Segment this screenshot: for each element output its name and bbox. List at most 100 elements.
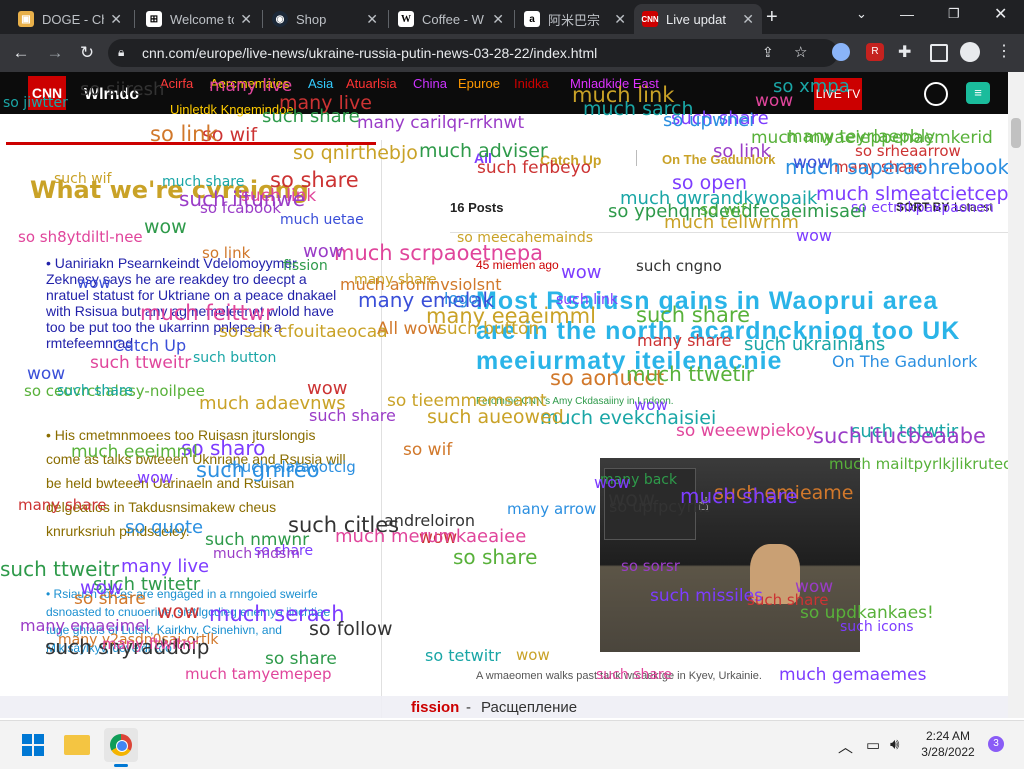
close-icon[interactable]: ✕: [240, 11, 252, 28]
grid-icon: ⊞: [146, 11, 162, 27]
doge-word: andreloiron: [384, 511, 476, 530]
doge-word: such icons: [840, 619, 914, 635]
extension-r-icon[interactable]: R: [866, 43, 884, 61]
doge-word: wow: [594, 473, 630, 492]
account-icon[interactable]: [924, 82, 948, 106]
close-icon[interactable]: ✕: [366, 11, 378, 28]
close-icon[interactable]: ✕: [492, 11, 504, 28]
doge-word: wow: [27, 364, 66, 384]
doge-word: such wif: [54, 171, 112, 187]
nav-india[interactable]: Inidka: [514, 76, 549, 91]
doge-word: much adaevnws: [199, 393, 346, 414]
nav-asia[interactable]: Asia: [308, 76, 333, 91]
doge-word: fission: [283, 258, 328, 274]
doge-word: so xmpa: [773, 76, 850, 97]
doge-word: such ttweitr: [90, 353, 192, 373]
doge-word: so wif: [403, 440, 453, 460]
doge-word: so share: [453, 545, 538, 569]
back-arrow-icon[interactable]: ←: [10, 42, 32, 64]
clock-time: 2:24 AM: [925, 729, 971, 743]
nav-australia[interactable]: Atuarlsia: [346, 76, 397, 91]
doge-word: many share: [637, 331, 732, 350]
reload-icon[interactable]: ↻: [76, 42, 98, 64]
close-icon[interactable]: ✕: [110, 11, 122, 28]
file-explorer-icon[interactable]: [64, 735, 90, 755]
tab-welcome[interactable]: ⊞ Welcome to ✕: [138, 4, 260, 34]
tab-divider: [388, 10, 389, 28]
tab-amazon[interactable]: a 阿米巴宗 ✕: [516, 4, 634, 34]
notification-badge[interactable]: 3: [988, 736, 1004, 752]
minimize-icon[interactable]: —: [900, 6, 914, 22]
doge-word: wow: [157, 601, 200, 623]
chrome-taskbar-button[interactable]: [104, 728, 138, 762]
web-page: CNN Wlrndo Acirfa Aercmemaies Asia Atuar…: [0, 72, 1008, 718]
steam-icon: ◉: [272, 11, 288, 27]
profile-avatar-icon[interactable]: [960, 42, 980, 62]
doge-word: much link: [572, 83, 675, 107]
windows-logo-icon[interactable]: [22, 734, 44, 756]
new-tab-button[interactable]: +: [766, 6, 778, 29]
nav-china[interactable]: China: [413, 76, 447, 91]
doge-word: wow: [793, 153, 832, 173]
doge-word: wow: [77, 274, 111, 292]
doge-word: so qnirthebjo: [293, 142, 418, 164]
tab-divider: [514, 10, 515, 28]
doge-word: wow: [144, 216, 187, 238]
close-icon[interactable]: ✕: [742, 11, 754, 28]
tab-doge[interactable]: ▣ DOGE - Chr ✕: [10, 4, 130, 34]
nav-africa[interactable]: Acirfa: [160, 76, 193, 91]
doge-word: so link: [150, 122, 218, 146]
doge-word: many carilqr-rrknwt: [357, 113, 525, 133]
lock-icon[interactable]: 🔒︎: [118, 45, 124, 60]
puzzle-extensions-icon[interactable]: ✚: [898, 42, 911, 62]
doge-word: many share: [354, 272, 437, 288]
tab-live-updates[interactable]: CNN Live updat ✕: [634, 4, 762, 34]
share-icon[interactable]: ⇪: [762, 44, 774, 61]
doge-word: many live: [279, 92, 372, 114]
doge-word: so siiresh: [80, 79, 165, 100]
doge-word: such share: [596, 667, 672, 683]
clock[interactable]: 2:24 AM 3/28/2022: [914, 728, 982, 760]
doge-word: On The Gadunlork: [832, 352, 978, 371]
side-panel-icon[interactable]: [930, 44, 948, 62]
url-text[interactable]: cnn.com/europe/live-news/ukraine-russia-…: [142, 45, 597, 61]
doge-word: such share: [57, 383, 133, 399]
doge-word: logo: [444, 289, 479, 308]
network-icon[interactable]: ▭: [866, 736, 880, 754]
doge-word: so weeewpiekoy: [676, 421, 816, 441]
doge-word: such aueowed: [427, 406, 564, 428]
wikipedia-icon: W: [398, 11, 414, 27]
tab-shop[interactable]: ◉ Shop ✕: [264, 4, 386, 34]
chevron-up-icon[interactable]: ︿: [838, 736, 853, 757]
scrollbar-thumb[interactable]: [1011, 118, 1021, 148]
close-icon[interactable]: ✕: [614, 11, 626, 28]
posts-count: 16 Posts: [450, 200, 504, 215]
doge-word: so sorsr: [621, 557, 680, 575]
volume-icon[interactable]: 🔊︎: [890, 736, 899, 753]
tab-search-chevron-icon[interactable]: ⌄: [856, 6, 867, 22]
forward-arrow-icon[interactable]: →: [44, 42, 66, 64]
doge-word: such itucbeaabe: [813, 424, 986, 448]
doge-word: much scrpaoetnepa: [334, 241, 544, 265]
scrollbar[interactable]: [1008, 72, 1024, 718]
doge-word: so meecahemainds: [457, 230, 594, 246]
doge-word: wow: [80, 577, 123, 599]
tab-divider: [134, 10, 135, 28]
nav-europe[interactable]: Epuroe: [458, 76, 500, 91]
restore-icon[interactable]: ❐: [948, 6, 960, 22]
menu-icon[interactable]: ≡: [966, 82, 990, 104]
caption-separator: -: [466, 699, 471, 716]
dictionary-caption-bar: fission - Расщепление: [0, 696, 1008, 718]
tab-coffee[interactable]: W Coffee - W ✕: [390, 4, 512, 34]
doge-word: such ukrainians: [744, 334, 886, 355]
window-close-icon[interactable]: ✕: [994, 4, 1007, 24]
doge-word: much serach: [209, 602, 345, 626]
extension-icon[interactable]: [832, 43, 850, 61]
doge-word: many emaeimel: [20, 616, 150, 635]
tab-divider: [262, 10, 263, 28]
bookmark-star-icon[interactable]: ☆: [794, 43, 807, 61]
doge-word: wow: [137, 468, 173, 487]
menu-kebab-icon[interactable]: ⋮: [996, 41, 1012, 61]
doge-word: so jiwtter: [3, 95, 68, 111]
doge-word: much share: [680, 484, 798, 508]
